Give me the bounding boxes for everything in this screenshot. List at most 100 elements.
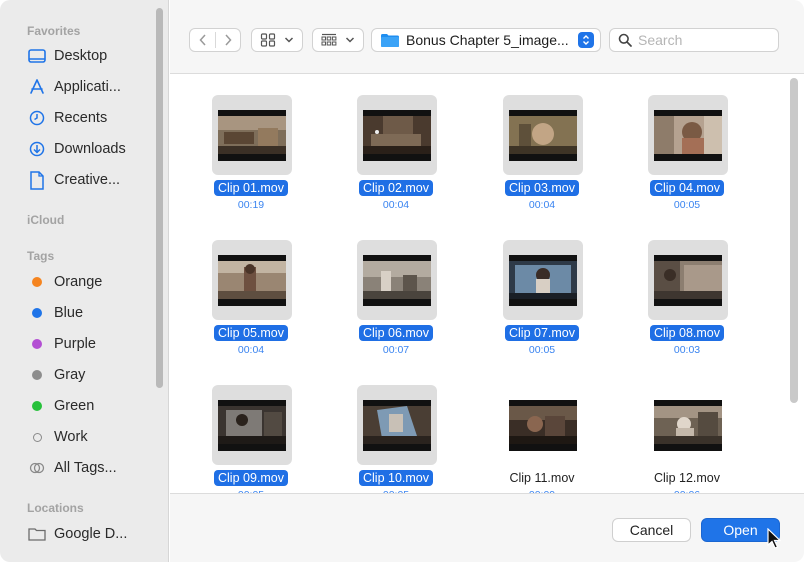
icon-view-grid-icon xyxy=(260,33,276,47)
file-name: Clip 12.mov xyxy=(654,471,720,485)
sidebar-item-applications[interactable]: Applicati... xyxy=(27,76,155,98)
sidebar-item-label: Work xyxy=(54,429,88,445)
applications-icon xyxy=(27,78,47,96)
sidebar: Favorites Desktop Applicati... Recents D… xyxy=(0,0,169,562)
sidebar-scrollbar[interactable] xyxy=(156,8,163,388)
sidebar-item-label: Google D... xyxy=(54,526,128,542)
video-thumbnail xyxy=(654,255,722,306)
file-tile-clip-02[interactable]: Clip 02.mov 00:04 xyxy=(346,75,446,211)
tag-color-dot xyxy=(27,304,47,322)
sidebar-item-creative[interactable]: Creative... xyxy=(27,169,155,191)
video-thumbnail xyxy=(218,400,286,451)
file-duration: 00:04 xyxy=(528,199,556,211)
video-thumbnail xyxy=(509,110,577,161)
file-tile-clip-04[interactable]: Clip 04.mov 00:05 xyxy=(637,75,737,211)
tag-color-dot xyxy=(27,366,47,384)
file-name: Clip 07.mov xyxy=(492,325,592,341)
file-tile-clip-11[interactable]: Clip 11.mov 00:09 xyxy=(492,365,592,501)
sidebar-tag-green[interactable]: Green xyxy=(27,395,155,417)
empty-tag-icon xyxy=(27,428,47,446)
video-thumbnail xyxy=(654,400,722,451)
sidebar-item-label: Green xyxy=(54,398,95,414)
folder-icon xyxy=(381,33,399,47)
video-thumbnail xyxy=(509,400,577,451)
video-thumbnail xyxy=(363,400,431,451)
dialog-footer: Cancel Open xyxy=(170,493,804,562)
sidebar-section-favorites: Favorites xyxy=(27,24,81,38)
back-button[interactable] xyxy=(190,34,215,46)
folder-icon xyxy=(27,525,47,543)
file-browser: Clip 01.mov 00:19 Clip 02.mov 00:04 Clip… xyxy=(170,75,804,501)
nav-back-forward xyxy=(189,28,241,52)
video-thumbnail xyxy=(218,110,286,161)
file-name: Clip 06.mov xyxy=(346,325,446,341)
file-name: Clip 05.mov xyxy=(201,325,301,341)
file-name: Clip 09.mov xyxy=(201,470,301,486)
file-tile-clip-06[interactable]: Clip 06.mov 00:07 xyxy=(346,220,446,356)
sidebar-tag-orange[interactable]: Orange xyxy=(27,271,155,293)
current-folder-label: Bonus Chapter 5_image... xyxy=(406,32,569,48)
document-icon xyxy=(27,170,47,190)
file-name: Clip 04.mov xyxy=(637,180,737,196)
sidebar-tag-work[interactable]: Work xyxy=(27,426,155,448)
video-thumbnail xyxy=(363,255,431,306)
group-by-button[interactable] xyxy=(312,28,364,52)
forward-button[interactable] xyxy=(215,34,240,46)
file-duration: 00:04 xyxy=(382,199,410,211)
file-tile-clip-03[interactable]: Clip 03.mov 00:04 xyxy=(492,75,592,211)
sidebar-item-label: Creative... xyxy=(54,172,121,188)
file-name: Clip 10.mov xyxy=(346,470,446,486)
location-popup[interactable]: Bonus Chapter 5_image... xyxy=(371,28,601,52)
cancel-button[interactable]: Cancel xyxy=(612,518,691,542)
sidebar-item-label: Downloads xyxy=(54,141,126,157)
desktop-icon xyxy=(27,47,47,65)
sidebar-item-label: Purple xyxy=(54,336,96,352)
sidebar-item-label: All Tags... xyxy=(54,460,117,476)
sidebar-item-downloads[interactable]: Downloads xyxy=(27,138,155,160)
sidebar-item-google-drive[interactable]: Google D... xyxy=(27,523,155,545)
file-tile-clip-05[interactable]: Clip 05.mov 00:04 xyxy=(201,220,301,356)
group-grid-icon xyxy=(321,33,337,46)
video-thumbnail xyxy=(218,255,286,306)
sidebar-item-label: Recents xyxy=(54,110,108,126)
file-tile-clip-08[interactable]: Clip 08.mov 00:03 xyxy=(637,220,737,356)
sidebar-tag-all-tags[interactable]: All Tags... xyxy=(27,457,155,479)
sidebar-item-recents[interactable]: Recents xyxy=(27,107,155,129)
file-tile-clip-01[interactable]: Clip 01.mov 00:19 xyxy=(201,75,301,211)
file-tile-clip-12[interactable]: Clip 12.mov 00:06 xyxy=(637,365,737,501)
download-icon xyxy=(27,140,47,158)
sidebar-item-label: Orange xyxy=(54,274,103,290)
chevron-down-icon xyxy=(284,37,294,43)
search-icon xyxy=(618,33,632,47)
sidebar-item-desktop[interactable]: Desktop xyxy=(27,45,155,67)
sidebar-item-label: Blue xyxy=(54,305,84,321)
file-tile-clip-07[interactable]: Clip 07.mov 00:05 xyxy=(492,220,592,356)
mouse-cursor-icon xyxy=(767,528,782,549)
content-scrollbar[interactable] xyxy=(790,78,798,403)
file-duration: 00:19 xyxy=(237,199,265,211)
sidebar-tag-blue[interactable]: Blue xyxy=(27,302,155,324)
video-thumbnail xyxy=(509,255,577,306)
search-field[interactable] xyxy=(609,28,779,52)
file-name: Clip 03.mov xyxy=(492,180,592,196)
sidebar-item-label: Applicati... xyxy=(54,79,121,95)
sidebar-tag-gray[interactable]: Gray xyxy=(27,364,155,386)
chevron-right-icon xyxy=(224,34,232,46)
sidebar-tag-purple[interactable]: Purple xyxy=(27,333,155,355)
view-mode-button[interactable] xyxy=(251,28,303,52)
sidebar-item-label: Gray xyxy=(54,367,86,383)
search-input[interactable] xyxy=(638,32,768,48)
file-tile-clip-09[interactable]: Clip 09.mov 00:05 xyxy=(201,365,301,501)
sidebar-item-label: Desktop xyxy=(54,48,108,64)
tag-color-dot xyxy=(27,397,47,415)
file-duration: 00:05 xyxy=(528,344,556,356)
file-tile-clip-10[interactable]: Clip 10.mov 00:05 xyxy=(346,365,446,501)
file-name: Clip 01.mov xyxy=(201,180,301,196)
file-duration: 00:05 xyxy=(673,199,701,211)
sidebar-section-locations: Locations xyxy=(27,501,84,515)
toolbar: Bonus Chapter 5_image... xyxy=(170,0,804,74)
video-thumbnail xyxy=(363,110,431,161)
file-name: Clip 08.mov xyxy=(637,325,737,341)
clock-icon xyxy=(27,109,47,127)
popup-stepper-icon xyxy=(578,32,594,48)
